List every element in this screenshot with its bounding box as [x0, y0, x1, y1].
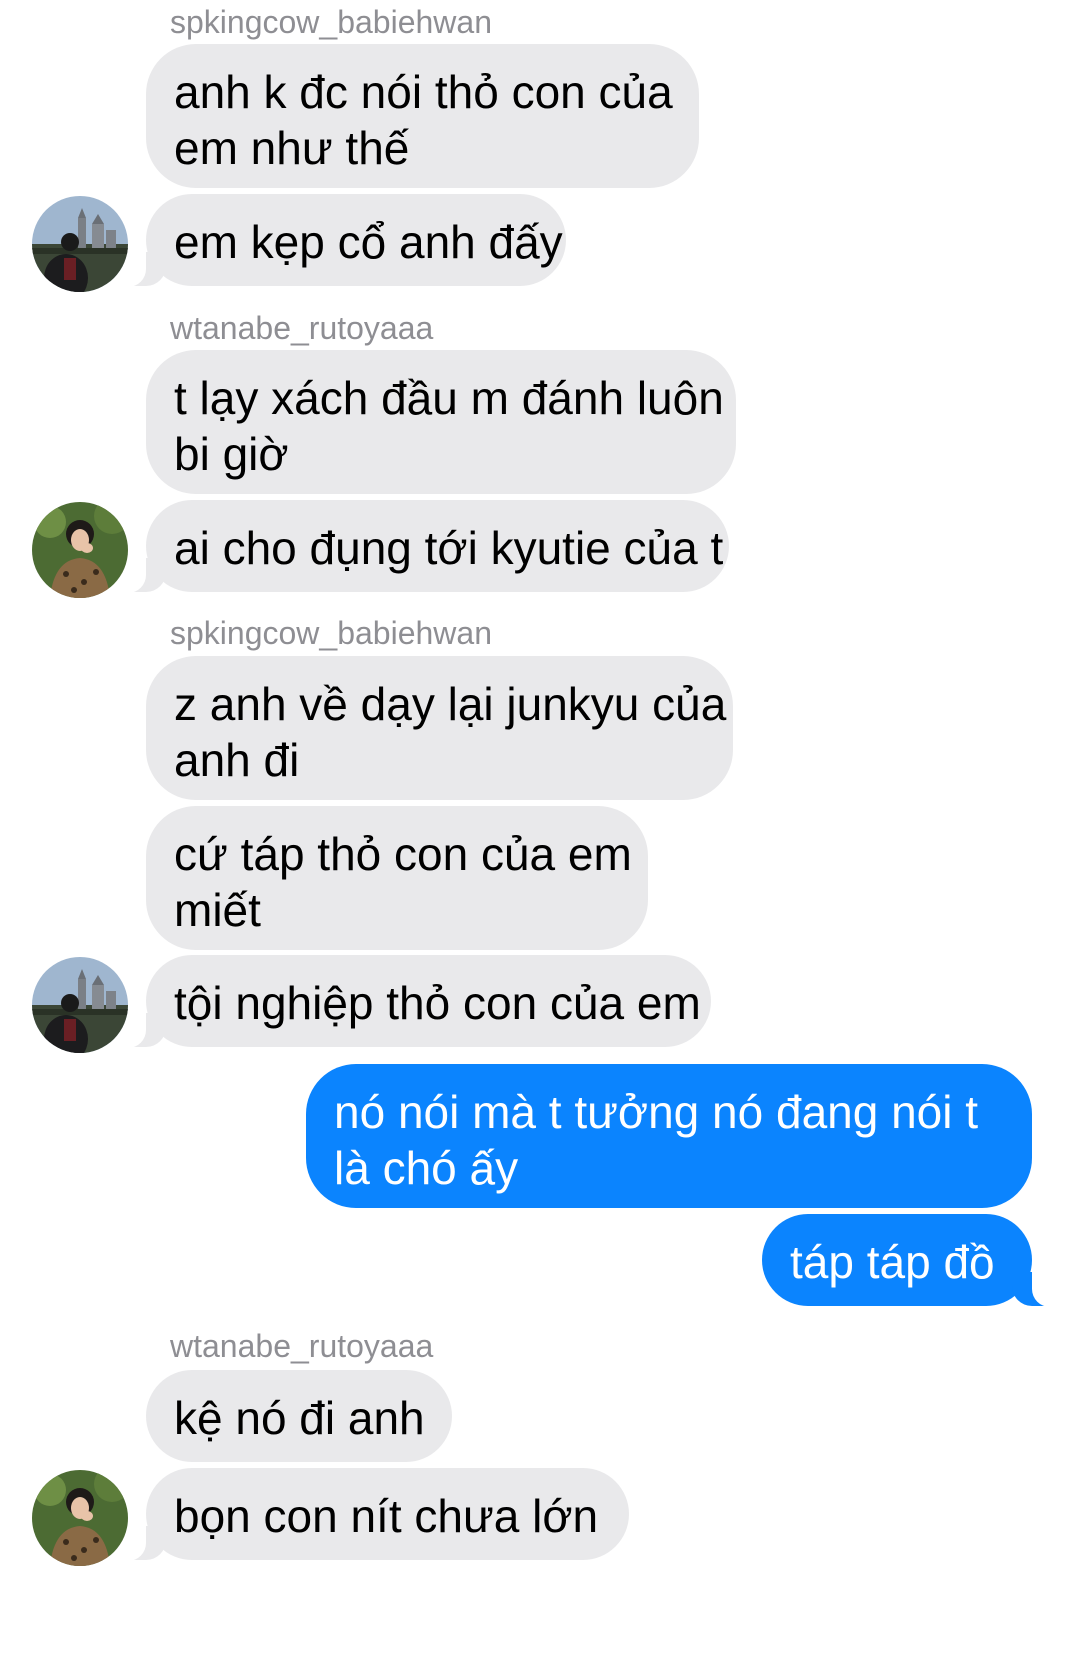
sender-name-wtanabe: wtanabe_rutoyaaa: [170, 1328, 434, 1364]
girl-avatar-icon[interactable]: [32, 502, 128, 598]
message-line: bi giờ: [174, 428, 289, 480]
incoming-message-bubble[interactable]: t lạy xách đầu m đánh luôn bi giờ: [146, 350, 736, 494]
message-line: táp táp đồ: [790, 1236, 995, 1288]
message-line: nó nói mà t tưởng nó đang nói t: [334, 1086, 979, 1138]
castle-avatar-icon[interactable]: [32, 196, 128, 292]
message-line: em kẹp cổ anh đấy: [174, 216, 563, 268]
incoming-message-bubble[interactable]: kệ nó đi anh: [146, 1370, 452, 1462]
outgoing-message-bubble[interactable]: nó nói mà t tưởng nó đang nói t là chó ấ…: [306, 1064, 1032, 1208]
incoming-message-bubble[interactable]: anh k đc nói thỏ con của em như thế: [146, 44, 699, 188]
message-line: là chó ấy: [334, 1142, 519, 1194]
message-line: z anh về dạy lại junkyu của: [174, 678, 727, 730]
message-line: t lạy xách đầu m đánh luôn: [174, 372, 724, 424]
sender-name-spkingcow: spkingcow_babiehwan: [170, 615, 492, 651]
incoming-message-bubble[interactable]: bọn con nít chưa lớn: [120, 1468, 629, 1561]
girl-avatar-icon[interactable]: [32, 1470, 128, 1566]
incoming-message-bubble[interactable]: em kẹp cổ anh đấy: [120, 194, 566, 287]
message-line: bọn con nít chưa lớn: [174, 1490, 599, 1542]
incoming-message-bubble[interactable]: tội nghiệp thỏ con của em: [120, 955, 711, 1048]
message-line: anh k đc nói thỏ con của: [174, 66, 673, 118]
sender-name-spkingcow: spkingcow_babiehwan: [170, 4, 492, 40]
message-line: tội nghiệp thỏ con của em: [174, 977, 701, 1029]
castle-avatar-icon[interactable]: [32, 957, 128, 1053]
message-line: ai cho đụng tới kyutie của t: [174, 522, 724, 574]
message-line: kệ nó đi anh: [174, 1392, 425, 1444]
incoming-message-bubble[interactable]: z anh về dạy lại junkyu của anh đi: [146, 656, 733, 800]
sender-name-wtanabe: wtanabe_rutoyaaa: [170, 310, 434, 346]
incoming-message-bubble[interactable]: ai cho đụng tới kyutie của t: [120, 500, 729, 593]
message-line: cứ táp thỏ con của em: [174, 828, 632, 880]
message-line: em như thế: [174, 122, 410, 174]
message-line: anh đi: [174, 734, 300, 786]
incoming-message-bubble[interactable]: cứ táp thỏ con của em miết: [146, 806, 648, 950]
message-line: miết: [174, 884, 261, 936]
outgoing-message-bubble[interactable]: táp táp đồ: [762, 1214, 1058, 1307]
